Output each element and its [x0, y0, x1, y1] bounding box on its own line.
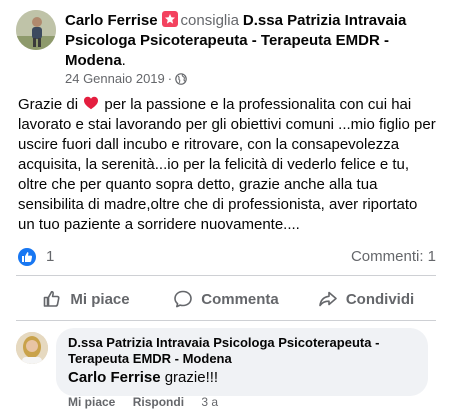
commenter-avatar[interactable] [16, 332, 48, 364]
comment-button-label: Commenta [201, 290, 279, 308]
post-headline: Carlo Ferrise consiglia D.ssa Patrizia Int… [65, 11, 407, 69]
comment-count[interactable]: Commenti: 1 [351, 248, 436, 266]
like-button[interactable]: Mi piace [16, 283, 156, 315]
divider [16, 275, 436, 276]
post-header: Carlo Ferrise consiglia D.ssa Patrizia Int… [16, 10, 441, 90]
share-icon [319, 291, 337, 307]
post-actions: Mi piace Commenta Condividi [16, 283, 436, 315]
comment-body: grazie!!! [160, 369, 219, 386]
comment-text: Carlo Ferrise grazie!!! [68, 368, 416, 388]
share-button-label: Condividi [345, 290, 415, 308]
comment-mention[interactable]: Carlo Ferrise [68, 369, 161, 386]
post-date[interactable]: 24 Gennaio 2019 [65, 71, 165, 86]
recommend-icon [161, 11, 178, 27]
comment-like-button[interactable]: Mi piace [68, 395, 115, 409]
author-avatar[interactable] [16, 10, 56, 50]
like-count[interactable]: 1 [46, 248, 54, 266]
commenter-name[interactable]: D.ssa Patrizia Intravaia Psicologa Psico… [68, 335, 416, 367]
comment-reply-button[interactable]: Rispondi [133, 395, 184, 409]
like-button-label: Mi piace [70, 290, 130, 308]
thumbs-up-icon [44, 290, 60, 307]
globe-icon [175, 73, 187, 85]
comment-button[interactable]: Commenta [156, 283, 296, 315]
meta-separator: · [167, 71, 173, 86]
share-button[interactable]: Condividi [296, 283, 436, 315]
post-text-rest: per la passione e la professionalita con… [18, 96, 436, 233]
post-meta: 24 Gennaio 2019 · [65, 71, 187, 87]
post-text-start: Grazie di [18, 96, 79, 113]
comment-bubble: D.ssa Patrizia Intravaia Psicologa Psico… [56, 328, 428, 396]
post-stats: 1 Commenti: 1 [18, 248, 436, 266]
author-name[interactable]: Carlo Ferrise [65, 12, 158, 29]
comment-icon [174, 290, 193, 308]
heart-emoji-icon [84, 96, 99, 110]
post-text: Grazie di per la passione e la professio… [18, 95, 438, 235]
comment-actions: Mi piace Rispondi 3 a [68, 394, 218, 410]
recommends-label: consiglia [180, 12, 239, 29]
comment-timestamp[interactable]: 3 a [201, 395, 218, 409]
divider [16, 320, 436, 321]
like-reaction-icon[interactable] [18, 248, 36, 266]
